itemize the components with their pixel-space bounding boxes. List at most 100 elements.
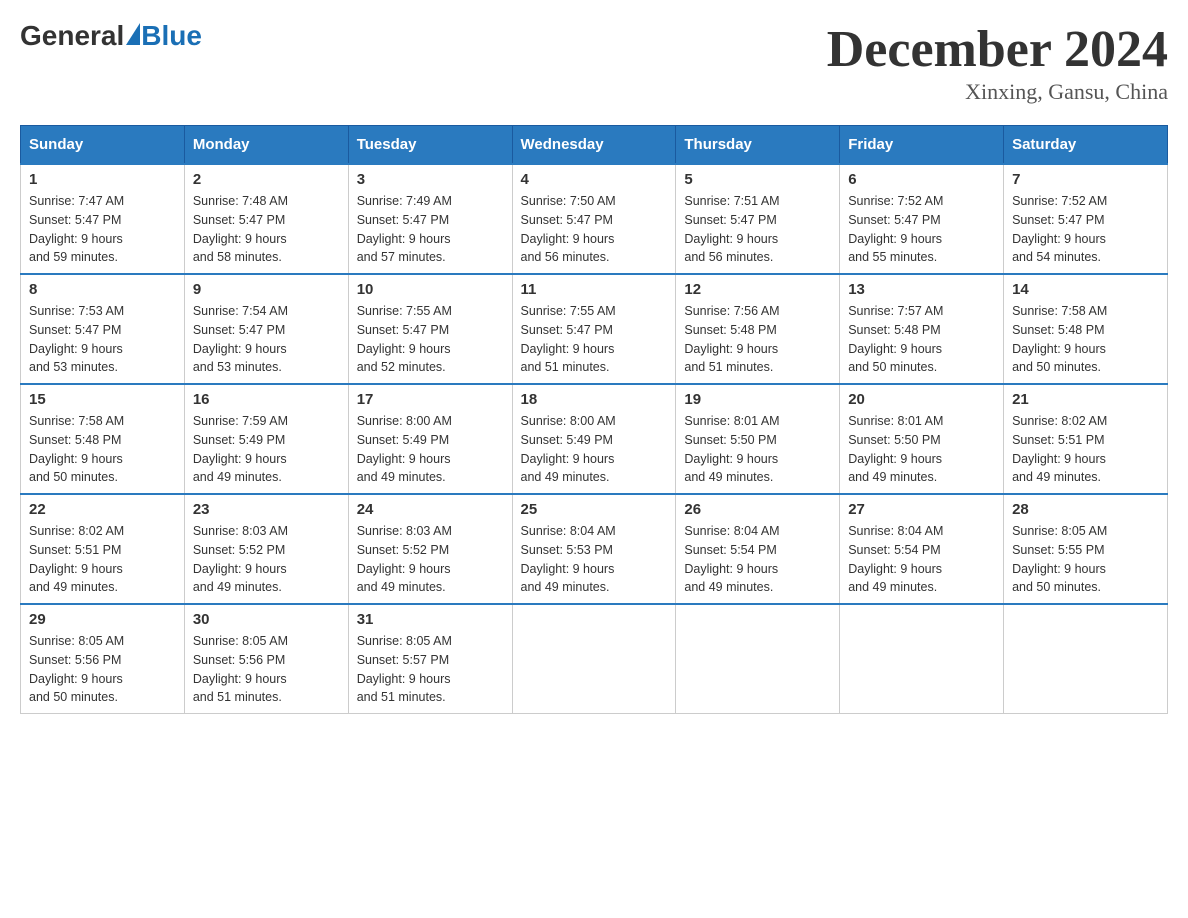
day-info: Sunrise: 8:03 AM Sunset: 5:52 PM Dayligh… [193,522,340,597]
logo-blue-part: Blue [124,20,202,52]
day-info: Sunrise: 8:01 AM Sunset: 5:50 PM Dayligh… [848,412,995,487]
day-number: 14 [1012,281,1159,298]
calendar-day-cell: 28 Sunrise: 8:05 AM Sunset: 5:55 PM Dayl… [1004,494,1168,604]
calendar-day-cell: 17 Sunrise: 8:00 AM Sunset: 5:49 PM Dayl… [348,384,512,494]
calendar-day-cell [512,604,676,714]
weekday-header-saturday: Saturday [1004,126,1168,165]
calendar-table: SundayMondayTuesdayWednesdayThursdayFrid… [20,125,1168,714]
day-info: Sunrise: 7:55 AM Sunset: 5:47 PM Dayligh… [357,302,504,377]
day-info: Sunrise: 8:00 AM Sunset: 5:49 PM Dayligh… [357,412,504,487]
calendar-day-cell: 25 Sunrise: 8:04 AM Sunset: 5:53 PM Dayl… [512,494,676,604]
day-info: Sunrise: 7:59 AM Sunset: 5:49 PM Dayligh… [193,412,340,487]
calendar-day-cell: 12 Sunrise: 7:56 AM Sunset: 5:48 PM Dayl… [676,274,840,384]
calendar-day-cell: 15 Sunrise: 7:58 AM Sunset: 5:48 PM Dayl… [21,384,185,494]
calendar-day-cell: 16 Sunrise: 7:59 AM Sunset: 5:49 PM Dayl… [184,384,348,494]
day-number: 3 [357,171,504,188]
day-info: Sunrise: 8:05 AM Sunset: 5:56 PM Dayligh… [193,632,340,707]
day-number: 2 [193,171,340,188]
day-info: Sunrise: 7:48 AM Sunset: 5:47 PM Dayligh… [193,192,340,267]
day-number: 31 [357,611,504,628]
calendar-day-cell: 26 Sunrise: 8:04 AM Sunset: 5:54 PM Dayl… [676,494,840,604]
day-number: 26 [684,501,831,518]
weekday-header-friday: Friday [840,126,1004,165]
logo: General Blue [20,20,202,52]
day-number: 21 [1012,391,1159,408]
calendar-day-cell: 29 Sunrise: 8:05 AM Sunset: 5:56 PM Dayl… [21,604,185,714]
calendar-day-cell [676,604,840,714]
calendar-day-cell: 5 Sunrise: 7:51 AM Sunset: 5:47 PM Dayli… [676,164,840,274]
day-info: Sunrise: 7:57 AM Sunset: 5:48 PM Dayligh… [848,302,995,377]
day-number: 27 [848,501,995,518]
day-info: Sunrise: 7:47 AM Sunset: 5:47 PM Dayligh… [29,192,176,267]
calendar-day-cell: 13 Sunrise: 7:57 AM Sunset: 5:48 PM Dayl… [840,274,1004,384]
day-info: Sunrise: 8:04 AM Sunset: 5:54 PM Dayligh… [848,522,995,597]
day-number: 9 [193,281,340,298]
day-number: 10 [357,281,504,298]
calendar-day-cell: 30 Sunrise: 8:05 AM Sunset: 5:56 PM Dayl… [184,604,348,714]
day-info: Sunrise: 8:05 AM Sunset: 5:57 PM Dayligh… [357,632,504,707]
day-info: Sunrise: 7:58 AM Sunset: 5:48 PM Dayligh… [29,412,176,487]
day-info: Sunrise: 7:56 AM Sunset: 5:48 PM Dayligh… [684,302,831,377]
day-number: 18 [521,391,668,408]
calendar-day-cell: 7 Sunrise: 7:52 AM Sunset: 5:47 PM Dayli… [1004,164,1168,274]
day-info: Sunrise: 8:01 AM Sunset: 5:50 PM Dayligh… [684,412,831,487]
location-title: Xinxing, Gansu, China [827,79,1168,105]
day-number: 20 [848,391,995,408]
day-number: 1 [29,171,176,188]
day-number: 22 [29,501,176,518]
day-info: Sunrise: 8:00 AM Sunset: 5:49 PM Dayligh… [521,412,668,487]
calendar-day-cell: 27 Sunrise: 8:04 AM Sunset: 5:54 PM Dayl… [840,494,1004,604]
page-header: General Blue December 2024 Xinxing, Gans… [20,20,1168,105]
day-info: Sunrise: 7:49 AM Sunset: 5:47 PM Dayligh… [357,192,504,267]
calendar-week-row: 29 Sunrise: 8:05 AM Sunset: 5:56 PM Dayl… [21,604,1168,714]
weekday-header-wednesday: Wednesday [512,126,676,165]
calendar-day-cell: 22 Sunrise: 8:02 AM Sunset: 5:51 PM Dayl… [21,494,185,604]
day-info: Sunrise: 7:53 AM Sunset: 5:47 PM Dayligh… [29,302,176,377]
calendar-week-row: 8 Sunrise: 7:53 AM Sunset: 5:47 PM Dayli… [21,274,1168,384]
day-info: Sunrise: 7:50 AM Sunset: 5:47 PM Dayligh… [521,192,668,267]
day-number: 6 [848,171,995,188]
day-number: 16 [193,391,340,408]
day-info: Sunrise: 7:55 AM Sunset: 5:47 PM Dayligh… [521,302,668,377]
day-info: Sunrise: 8:02 AM Sunset: 5:51 PM Dayligh… [29,522,176,597]
calendar-day-cell: 14 Sunrise: 7:58 AM Sunset: 5:48 PM Dayl… [1004,274,1168,384]
title-section: December 2024 Xinxing, Gansu, China [827,20,1168,105]
calendar-day-cell: 11 Sunrise: 7:55 AM Sunset: 5:47 PM Dayl… [512,274,676,384]
day-number: 17 [357,391,504,408]
calendar-day-cell: 4 Sunrise: 7:50 AM Sunset: 5:47 PM Dayli… [512,164,676,274]
day-number: 29 [29,611,176,628]
day-info: Sunrise: 8:04 AM Sunset: 5:54 PM Dayligh… [684,522,831,597]
calendar-day-cell: 8 Sunrise: 7:53 AM Sunset: 5:47 PM Dayli… [21,274,185,384]
calendar-day-cell: 2 Sunrise: 7:48 AM Sunset: 5:47 PM Dayli… [184,164,348,274]
calendar-day-cell: 10 Sunrise: 7:55 AM Sunset: 5:47 PM Dayl… [348,274,512,384]
day-info: Sunrise: 8:05 AM Sunset: 5:55 PM Dayligh… [1012,522,1159,597]
calendar-header-row: SundayMondayTuesdayWednesdayThursdayFrid… [21,126,1168,165]
calendar-day-cell [1004,604,1168,714]
calendar-day-cell: 31 Sunrise: 8:05 AM Sunset: 5:57 PM Dayl… [348,604,512,714]
day-info: Sunrise: 7:54 AM Sunset: 5:47 PM Dayligh… [193,302,340,377]
calendar-day-cell: 18 Sunrise: 8:00 AM Sunset: 5:49 PM Dayl… [512,384,676,494]
day-info: Sunrise: 8:04 AM Sunset: 5:53 PM Dayligh… [521,522,668,597]
weekday-header-tuesday: Tuesday [348,126,512,165]
day-info: Sunrise: 8:03 AM Sunset: 5:52 PM Dayligh… [357,522,504,597]
day-number: 7 [1012,171,1159,188]
day-number: 25 [521,501,668,518]
calendar-day-cell: 20 Sunrise: 8:01 AM Sunset: 5:50 PM Dayl… [840,384,1004,494]
calendar-day-cell: 23 Sunrise: 8:03 AM Sunset: 5:52 PM Dayl… [184,494,348,604]
weekday-header-monday: Monday [184,126,348,165]
calendar-day-cell: 6 Sunrise: 7:52 AM Sunset: 5:47 PM Dayli… [840,164,1004,274]
day-number: 23 [193,501,340,518]
calendar-day-cell: 3 Sunrise: 7:49 AM Sunset: 5:47 PM Dayli… [348,164,512,274]
day-info: Sunrise: 7:58 AM Sunset: 5:48 PM Dayligh… [1012,302,1159,377]
day-number: 5 [684,171,831,188]
calendar-day-cell [840,604,1004,714]
day-info: Sunrise: 7:52 AM Sunset: 5:47 PM Dayligh… [848,192,995,267]
calendar-week-row: 15 Sunrise: 7:58 AM Sunset: 5:48 PM Dayl… [21,384,1168,494]
logo-blue-text: Blue [141,20,202,52]
calendar-day-cell: 1 Sunrise: 7:47 AM Sunset: 5:47 PM Dayli… [21,164,185,274]
calendar-week-row: 1 Sunrise: 7:47 AM Sunset: 5:47 PM Dayli… [21,164,1168,274]
calendar-day-cell: 21 Sunrise: 8:02 AM Sunset: 5:51 PM Dayl… [1004,384,1168,494]
calendar-day-cell: 24 Sunrise: 8:03 AM Sunset: 5:52 PM Dayl… [348,494,512,604]
day-number: 30 [193,611,340,628]
logo-general-text: General [20,20,124,52]
